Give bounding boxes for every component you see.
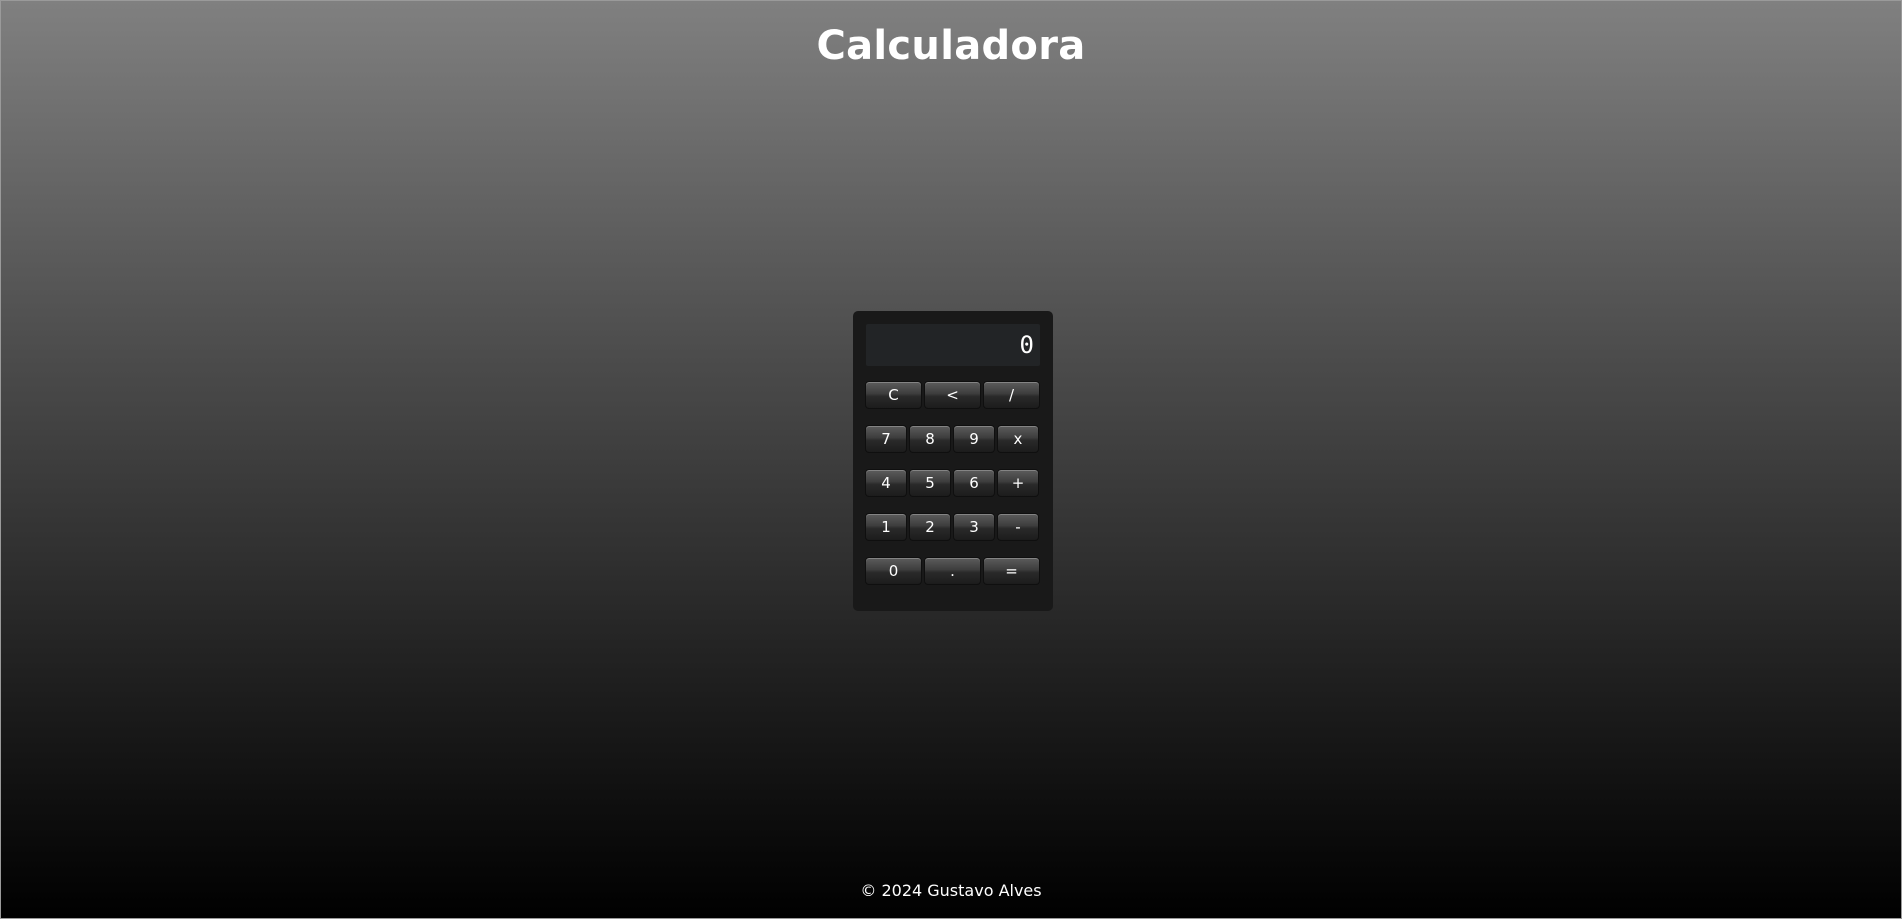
- calculator: 0 C < / 7 8 9 x 4 5 6 + 1 2 3 - 0 . =: [853, 311, 1053, 611]
- footer-copyright: © 2024 Gustavo Alves: [860, 881, 1042, 900]
- keypad-row-4: 1 2 3 -: [865, 513, 1041, 541]
- digit-9-button[interactable]: 9: [953, 425, 995, 453]
- digit-5-button[interactable]: 5: [909, 469, 951, 497]
- subtract-button[interactable]: -: [997, 513, 1039, 541]
- digit-0-button[interactable]: 0: [865, 557, 922, 585]
- digit-8-button[interactable]: 8: [909, 425, 951, 453]
- digit-7-button[interactable]: 7: [865, 425, 907, 453]
- decimal-button[interactable]: .: [924, 557, 981, 585]
- keypad-row-5: 0 . =: [865, 557, 1041, 585]
- keypad-row-3: 4 5 6 +: [865, 469, 1041, 497]
- digit-2-button[interactable]: 2: [909, 513, 951, 541]
- add-button[interactable]: +: [997, 469, 1039, 497]
- page-title: Calculadora: [816, 23, 1086, 69]
- clear-button[interactable]: C: [865, 381, 922, 409]
- equals-button[interactable]: =: [983, 557, 1040, 585]
- digit-6-button[interactable]: 6: [953, 469, 995, 497]
- backspace-button[interactable]: <: [924, 381, 981, 409]
- digit-3-button[interactable]: 3: [953, 513, 995, 541]
- digit-4-button[interactable]: 4: [865, 469, 907, 497]
- divide-button[interactable]: /: [983, 381, 1040, 409]
- keypad-row-2: 7 8 9 x: [865, 425, 1041, 453]
- display-value: 0: [1019, 331, 1034, 359]
- calculator-display: 0: [866, 324, 1040, 366]
- multiply-button[interactable]: x: [997, 425, 1039, 453]
- digit-1-button[interactable]: 1: [865, 513, 907, 541]
- keypad-row-1: C < /: [865, 381, 1041, 409]
